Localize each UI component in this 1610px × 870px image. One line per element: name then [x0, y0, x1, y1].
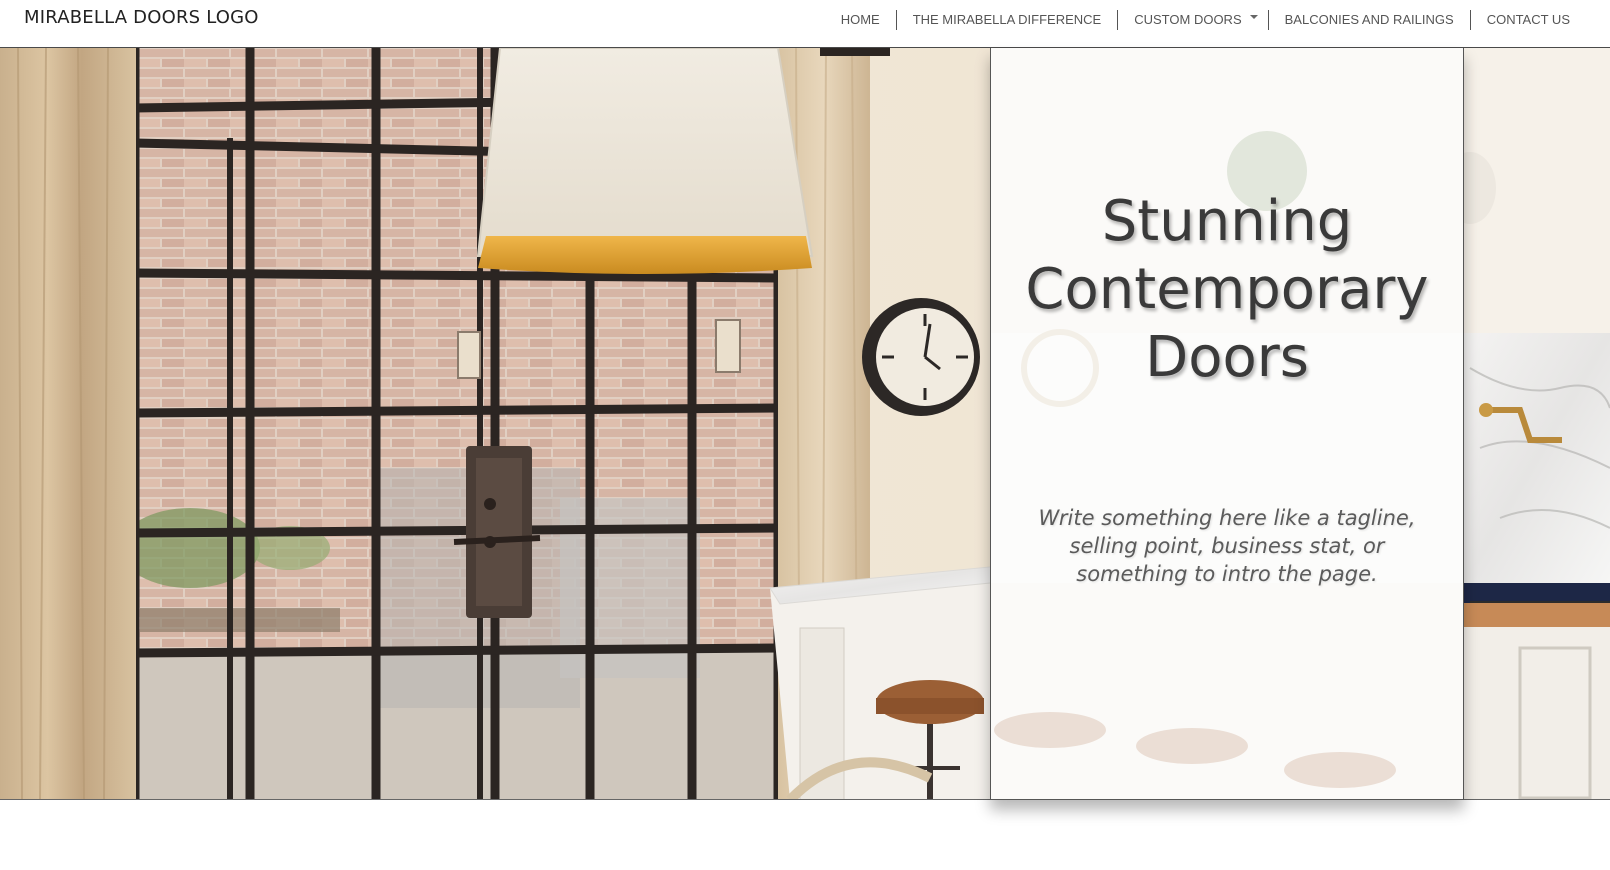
- nav-contact-us-label: CONTACT US: [1486, 12, 1570, 27]
- nav-custom-doors-label: CUSTOM DOORS: [1134, 12, 1242, 27]
- top-navbar: MIRABELLA DOORS LOGO HOME THE MIRABELLA …: [0, 0, 1610, 48]
- main-nav: HOME THE MIRABELLA DIFFERENCE CUSTOM DOO…: [825, 0, 1586, 40]
- nav-custom-doors[interactable]: CUSTOM DOORS: [1117, 10, 1267, 30]
- hero-overlay-card: Stunning Contemporary Doors Write someth…: [990, 48, 1464, 800]
- hero-headline: Stunning Contemporary Doors: [1025, 189, 1429, 390]
- brand-logo-link[interactable]: MIRABELLA DOORS LOGO: [24, 7, 259, 28]
- hero-tagline: Write something here like a tagline, sel…: [1038, 506, 1416, 586]
- caret-down-icon: [1249, 15, 1258, 19]
- nav-balconies-railings[interactable]: BALCONIES AND RAILINGS: [1267, 10, 1470, 30]
- nav-mirabella-difference-label: THE MIRABELLA DIFFERENCE: [912, 12, 1102, 27]
- nav-balconies-railings-label: BALCONIES AND RAILINGS: [1284, 12, 1454, 27]
- nav-mirabella-difference[interactable]: THE MIRABELLA DIFFERENCE: [895, 10, 1118, 30]
- nav-contact-us[interactable]: CONTACT US: [1469, 10, 1586, 30]
- nav-home-label: HOME: [840, 12, 880, 27]
- nav-home[interactable]: HOME: [825, 10, 896, 30]
